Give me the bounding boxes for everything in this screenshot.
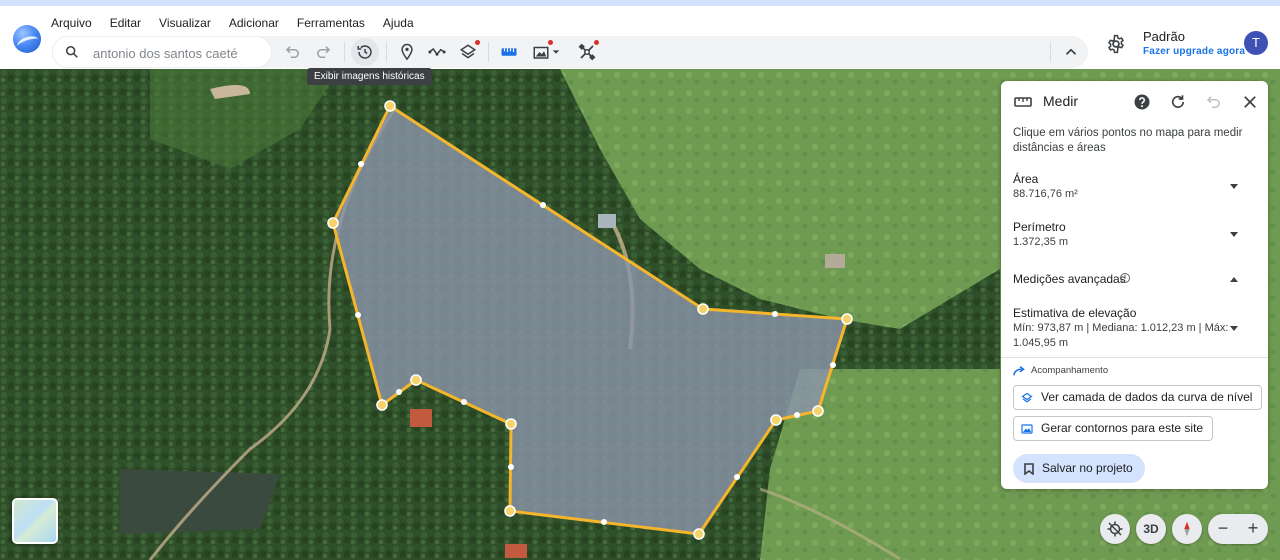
upgrade-link[interactable]: Fazer upgrade agora (1143, 45, 1245, 59)
placemark-icon (401, 43, 413, 61)
layers-icon (1021, 392, 1033, 403)
search-icon (65, 45, 78, 58)
save-to-project-button[interactable]: Salvar no projeto (1013, 454, 1145, 483)
user-info: Padrão Fazer upgrade agora (1143, 29, 1245, 59)
location-off-icon (1107, 521, 1123, 537)
notification-dot (594, 40, 599, 45)
elevation-label: Estimativa de elevação (1013, 306, 1137, 320)
undo-icon (285, 46, 299, 58)
chevron-up-icon[interactable] (1230, 277, 1238, 282)
menu-editar[interactable]: Editar (101, 12, 150, 34)
generate-contours-button[interactable]: Gerar contornos para este site (1013, 416, 1214, 441)
3d-toggle-label: 3D (1143, 522, 1159, 536)
perimeter-row[interactable]: Perímetro 1.372,35 m (1001, 220, 1268, 256)
panel-divider (1001, 357, 1268, 358)
contour-layer-button[interactable]: Ver camada de dados da curva de nível (1013, 385, 1263, 410)
earth-logo-icon[interactable] (13, 25, 41, 53)
tooltip: Exibir imagens históricas (307, 68, 432, 85)
toolbar-divider (344, 42, 345, 62)
redo-icon (317, 46, 331, 58)
satellite-icon (578, 43, 596, 61)
area-row[interactable]: Área 88.716,76 m² (1001, 172, 1268, 208)
search-box (52, 36, 272, 68)
help-icon[interactable] (1133, 93, 1151, 111)
toolbar (52, 36, 1088, 68)
user-plan-name: Padrão (1143, 29, 1185, 44)
image-overlay-icon (533, 46, 549, 59)
menu-arquivo[interactable]: Arquivo (42, 12, 101, 34)
menu-ferramentas[interactable]: Ferramentas (288, 12, 374, 34)
3d-toggle-button[interactable]: 3D (1136, 514, 1166, 544)
zoom-controls: − + (1208, 514, 1268, 544)
perimeter-label: Perímetro (1013, 220, 1066, 234)
info-icon[interactable]: i (1120, 273, 1130, 283)
gear-icon[interactable] (1106, 34, 1126, 54)
bookmark-icon (1024, 463, 1034, 475)
terrain-image-icon (1021, 424, 1033, 434)
menu-ajuda[interactable]: Ajuda (374, 12, 423, 34)
satellite-tools-button[interactable] (576, 40, 599, 63)
perimeter-unit-dropdown-icon[interactable] (1230, 232, 1238, 237)
close-icon[interactable] (1241, 93, 1259, 111)
search-input[interactable] (93, 43, 263, 63)
caret-down-icon (552, 50, 560, 54)
area-unit-dropdown-icon[interactable] (1230, 184, 1238, 189)
collapse-toolbar-button[interactable] (1060, 41, 1082, 63)
elevation-unit-dropdown-icon[interactable] (1230, 326, 1238, 331)
layers-icon (459, 44, 477, 59)
save-to-project-label: Salvar no projeto (1042, 461, 1133, 475)
notification-dot (475, 40, 480, 45)
historical-imagery-button[interactable] (351, 38, 379, 66)
menu-adicionar[interactable]: Adicionar (220, 12, 288, 34)
chevron-up-icon (1065, 48, 1077, 55)
measure-panel-header: Medir (1001, 81, 1268, 123)
refresh-icon[interactable] (1169, 93, 1187, 111)
location-off-button[interactable] (1100, 514, 1130, 544)
compass-button[interactable] (1172, 514, 1202, 544)
undo-button[interactable] (282, 41, 304, 63)
menu-bar: Arquivo Editar Visualizar Adicionar Ferr… (42, 12, 423, 34)
app-header: Arquivo Editar Visualizar Adicionar Ferr… (0, 6, 1280, 69)
toolbar-divider (1050, 42, 1051, 62)
measure-button[interactable] (498, 41, 520, 63)
tracking-label: Acompanhamento (1031, 365, 1109, 376)
share-arrow-icon (1013, 365, 1025, 376)
toolbar-divider (488, 42, 489, 62)
elevation-value: Mín: 973,87 m | Mediana: 1.012,23 m | Má… (1013, 322, 1229, 349)
image-overlay-dropdown[interactable] (550, 41, 562, 63)
area-label: Área (1013, 172, 1039, 186)
layers-button[interactable] (457, 40, 480, 63)
menu-visualizar[interactable]: Visualizar (150, 12, 220, 34)
ruler-icon (501, 48, 517, 56)
compass-icon (1184, 521, 1190, 537)
zoom-out-button[interactable]: − (1208, 514, 1238, 544)
avatar[interactable]: T (1244, 31, 1268, 55)
add-placemark-button[interactable] (396, 41, 418, 63)
measure-instructions: Clique em vários pontos no mapa para med… (1013, 127, 1243, 154)
image-overlay-button[interactable] (530, 40, 553, 63)
toolbar-divider (386, 42, 387, 62)
minimap-thumbnail[interactable] (12, 498, 58, 544)
perimeter-value: 1.372,35 m (1013, 236, 1069, 248)
redo-button[interactable] (312, 41, 334, 63)
ruler-icon (1014, 97, 1032, 107)
contour-layer-button-label: Ver camada de dados da curva de nível (1041, 390, 1253, 404)
path-icon (428, 47, 446, 56)
area-value: 88.716,76 m² (1013, 188, 1078, 200)
zoom-in-button[interactable]: + (1238, 514, 1268, 544)
undo-icon[interactable] (1205, 93, 1223, 111)
elevation-estimate: Estimativa de elevação Mín: 973,87 m | M… (1013, 306, 1243, 351)
generate-contours-button-label: Gerar contornos para este site (1041, 421, 1204, 435)
measure-panel-title: Medir (1043, 93, 1079, 109)
advanced-measurements-label: Medições avançadas (1013, 272, 1126, 286)
history-icon (357, 45, 372, 59)
advanced-measurements-toggle[interactable]: Medições avançadas i (1001, 269, 1268, 293)
measure-panel: Medir Clique em vários pontos no mapa pa… (1001, 81, 1268, 489)
draw-path-button[interactable] (426, 41, 448, 63)
